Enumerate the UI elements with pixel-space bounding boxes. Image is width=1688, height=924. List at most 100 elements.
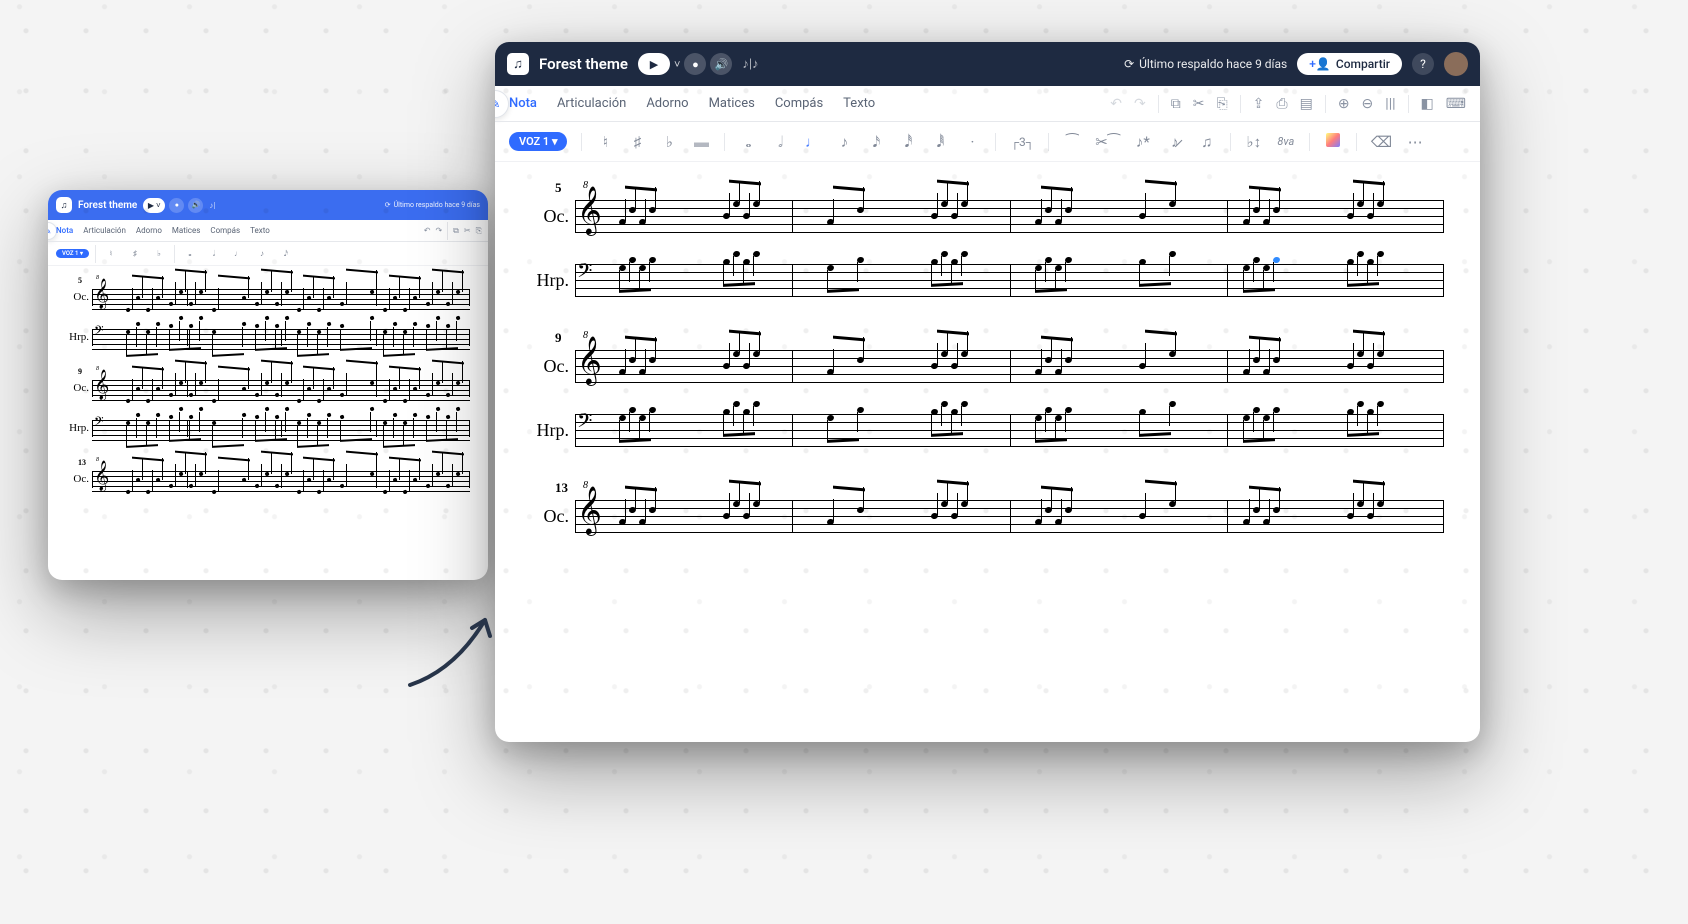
natural-icon[interactable]: ♮ [596,133,614,151]
sharp-icon[interactable]: ♯ [126,249,144,258]
half-note-icon[interactable]: 𝅗𝅥 [205,249,223,259]
bars-icon[interactable]: ||| [1385,96,1395,112]
quarter-note-icon[interactable]: ♩ [803,133,821,151]
paste-icon[interactable]: ⎘ [476,226,482,236]
tab-articulacion[interactable]: Articulación [557,96,626,111]
dot-icon[interactable]: · [963,133,981,151]
tab-matices[interactable]: Matices [172,226,200,235]
thirtysecond-note-icon[interactable]: 𝅘𝅥𝅰 [899,133,917,151]
copy-icon[interactable]: ⧉ [1171,96,1181,112]
beam-icon[interactable]: ♫ [1198,133,1216,151]
staff[interactable]: 8 𝄞 [92,374,470,402]
octave-tool[interactable]: 8va [1277,135,1295,148]
undo-icon[interactable]: ↶ [424,226,431,235]
staff[interactable]: 8 𝄞 [575,344,1444,388]
slash-icon[interactable]: ♪̷ [1166,133,1184,151]
backup-status: ⟳ Último respaldo hace 9 días [1124,57,1287,71]
play-dropdown-icon[interactable]: ˅ [674,58,680,71]
tab-nota[interactable]: Nota [509,96,537,111]
record-button[interactable]: ● [684,53,706,75]
treble-clef-icon: 𝄞 [577,340,602,382]
sixteenth-note-icon[interactable]: 𝅘𝅥𝅯 [867,133,885,151]
mixer-icon[interactable]: ♪| [209,201,215,210]
mixer-icon[interactable]: ♪|♪ [742,56,758,72]
paste-icon[interactable]: ⎘ [1216,96,1227,112]
staff[interactable]: 8 𝄞 [92,283,470,311]
eighth-note-icon[interactable]: ♪ [253,249,271,258]
score-system: 5 Oc. 8 𝄞 Hrp. 𝄢 [531,180,1444,302]
panel-icon[interactable]: ◧ [1421,96,1434,112]
tab-adorno[interactable]: Adorno [136,226,162,235]
tab-adorno[interactable]: Adorno [646,96,688,111]
cut-icon[interactable]: ✂ [1193,96,1205,112]
tab-nota[interactable]: Nota [56,226,73,235]
play-controls: ▶ ˅ ● 🔊 [143,198,203,213]
tab-compas[interactable]: Compás [775,96,823,111]
print-icon[interactable]: ⎙ [1276,96,1287,112]
tie-icon[interactable]: ⁀ [1063,133,1081,151]
double-rest-icon[interactable]: ▬ [692,133,710,151]
color-tool-icon[interactable] [1324,133,1342,151]
sixteenth-note-icon[interactable]: 𝅘𝅥𝅯 [277,249,295,259]
staff[interactable]: 𝄢 [92,323,470,351]
flat-icon[interactable]: ♭ [660,133,678,151]
score-canvas[interactable]: 5 Oc. 8 𝄞 Hrp. 𝄢 9 [48,266,488,493]
tab-compas[interactable]: Compás [210,226,240,235]
undo-icon[interactable]: ↶ [1110,96,1122,112]
user-avatar[interactable] [1444,52,1468,76]
delete-icon[interactable]: ⌫ [1371,133,1392,151]
half-note-icon[interactable]: 𝅗𝅥 [771,133,789,151]
tab-bar: Nota Articulación Adorno Matices Compás … [48,220,488,242]
record-button[interactable]: ● [169,198,184,213]
voice-selector[interactable]: VOZ 1 ▾ [509,132,567,151]
treble-clef-icon: 𝄞 [94,281,109,307]
layout-icon[interactable]: ▤ [1300,96,1313,112]
staff[interactable]: 𝄢 [575,258,1444,302]
share-label: Compartir [1336,57,1390,71]
natural-icon[interactable]: ♮ [102,249,120,258]
sharp-icon[interactable]: ♯ [628,133,646,151]
tab-matices[interactable]: Matices [709,96,755,111]
play-button[interactable]: ▶ ˅ [143,198,165,213]
instrument-label: Oc. [66,291,92,303]
tuplet-icon[interactable]: ┌3┐ [1010,135,1034,149]
tab-articulacion[interactable]: Articulación [83,226,126,235]
flat-toggle-icon[interactable]: ♭↕ [1245,133,1263,151]
staff[interactable]: 𝄢 [92,414,470,442]
cut-icon[interactable]: ✂ [464,226,471,235]
eighth-note-icon[interactable]: ♪ [835,133,853,151]
whole-note-icon[interactable]: 𝅝 [739,133,757,151]
history-icon: ⟳ [385,201,391,209]
sixtyfourth-note-icon[interactable]: 𝅘𝅥𝅱 [931,133,949,151]
flat-icon[interactable]: ♭ [150,249,168,258]
copy-icon[interactable]: ⧉ [453,226,459,236]
tab-texto[interactable]: Texto [250,226,270,235]
staff[interactable]: 8 𝄞 [92,465,470,493]
score-canvas[interactable]: 5 Oc. 8 𝄞 Hrp. 𝄢 9 Oc. [495,162,1480,538]
cut-tie-icon[interactable]: ✂⁀ [1095,133,1120,151]
tab-texto[interactable]: Texto [843,96,875,111]
redo-icon[interactable]: ↷ [435,226,442,235]
zoom-in-icon[interactable]: ⊕ [1338,96,1350,112]
help-button[interactable]: ? [1412,53,1434,75]
staff[interactable]: 𝄢 [575,408,1444,452]
play-button[interactable]: ▶ [638,53,670,75]
redo-icon[interactable]: ↷ [1134,96,1146,112]
audio-button[interactable]: 🔊 [710,53,732,75]
grace-icon[interactable]: ♪* [1134,133,1152,151]
more-icon[interactable]: ⋯ [1406,133,1424,151]
export-icon[interactable]: ⇪ [1253,96,1265,112]
share-button[interactable]: +👤 Compartir [1297,53,1402,75]
treble-clef-icon: 𝄞 [94,463,109,489]
voice-selector[interactable]: VOZ 1 ▾ [56,249,89,258]
audio-button[interactable]: 🔊 [188,198,203,213]
app-window-small: ♫ Forest theme ▶ ˅ ● 🔊 ♪| ⟳ Último respa… [48,190,488,580]
whole-note-icon[interactable]: 𝅝 [181,249,199,259]
quarter-note-icon[interactable]: ♩ [229,249,247,258]
bass-clef-icon: 𝄢 [94,417,104,432]
staff[interactable]: 8 𝄞 [575,194,1444,238]
score-system: 5 Oc. 8 𝄞 Hrp. 𝄢 [66,276,470,351]
zoom-out-icon[interactable]: ⊖ [1362,96,1374,112]
keyboard-icon[interactable]: ⌨ [1446,96,1466,112]
staff[interactable]: 8 𝄞 [575,494,1444,538]
